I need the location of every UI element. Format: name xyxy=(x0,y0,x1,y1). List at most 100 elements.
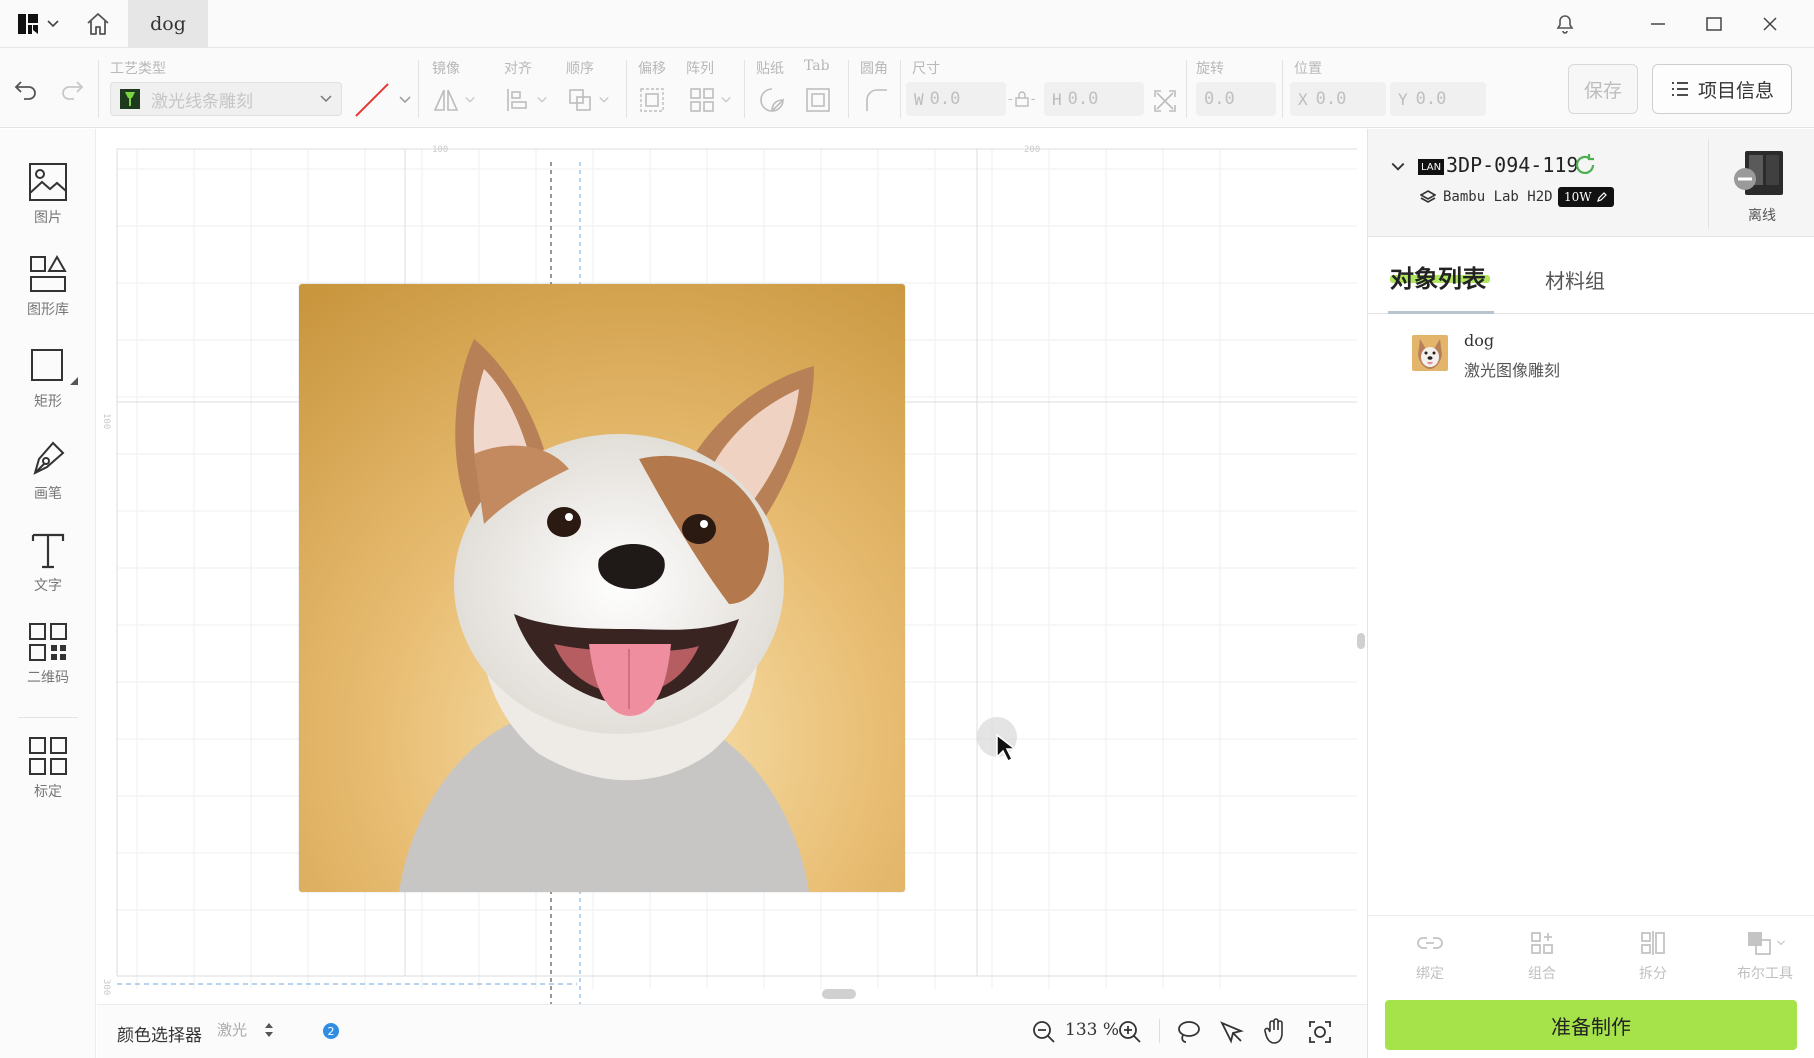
chevron-down-icon xyxy=(721,96,731,103)
device-divider xyxy=(1708,139,1709,229)
right-panel: LAN 3DP-094-119 Bambu Lab H2D 10W 离线 对象列… xyxy=(1367,129,1814,1058)
focus-view-icon[interactable] xyxy=(1307,1019,1333,1045)
work-canvas[interactable]: 100 200 100 300 xyxy=(97,129,1367,1004)
toolbar-divider xyxy=(848,60,849,118)
dog-image-object[interactable] xyxy=(299,284,905,892)
tool-calibrate-label: 标定 xyxy=(34,784,62,800)
list-item[interactable]: dog 激光图像雕刻 xyxy=(1368,325,1814,385)
tool-text-label: 文字 xyxy=(34,578,62,594)
tab-dog[interactable]: dog xyxy=(128,0,208,48)
count-badge[interactable]: 2 xyxy=(323,1023,339,1039)
text-icon xyxy=(31,533,65,569)
split-button[interactable]: 拆分 xyxy=(1613,929,1693,983)
lan-badge: LAN xyxy=(1418,159,1445,175)
width-input[interactable]: W 0.0 xyxy=(906,82,1006,116)
lasso-icon[interactable] xyxy=(1175,1019,1201,1045)
order-button[interactable] xyxy=(566,86,610,114)
rotate-input[interactable]: 0.0 xyxy=(1196,82,1276,116)
order-label: 顺序 xyxy=(566,61,594,77)
tab-object-list[interactable]: 对象列表 xyxy=(1390,259,1490,294)
tool-image[interactable]: 图片 xyxy=(0,161,96,243)
process-type-select[interactable]: 激光线条雕刻 xyxy=(110,82,342,116)
tool-pen[interactable]: 画笔 xyxy=(0,437,96,519)
boolean-tool-label: 布尔工具 xyxy=(1737,966,1793,982)
offset-icon[interactable] xyxy=(638,86,666,114)
cursor-arrow-icon xyxy=(996,733,1018,763)
object-name: dog xyxy=(1464,331,1495,350)
app-menu[interactable] xyxy=(16,12,60,36)
maximize-icon[interactable] xyxy=(1704,14,1724,34)
color-picker-label[interactable]: 颜色选择器 xyxy=(117,1021,202,1046)
bottom-divider xyxy=(1368,915,1814,916)
list-icon xyxy=(1671,82,1688,96)
align-button[interactable] xyxy=(504,86,548,114)
zoom-level[interactable]: 133 % xyxy=(1065,1020,1119,1040)
chevron-down-icon xyxy=(1776,940,1785,946)
minimize-icon[interactable] xyxy=(1648,14,1668,34)
rectangle-icon xyxy=(31,349,63,381)
line-color-picker[interactable] xyxy=(352,80,412,120)
bell-icon[interactable] xyxy=(1552,10,1578,36)
save-button[interactable]: 保存 xyxy=(1568,64,1638,114)
zoom-out-icon[interactable] xyxy=(1031,1019,1057,1045)
device-name[interactable]: 3DP-094-119 xyxy=(1446,153,1578,177)
bind-button[interactable]: 绑定 xyxy=(1390,929,1470,983)
tool-qrcode[interactable]: 二维码 xyxy=(0,621,96,703)
array-grid-icon xyxy=(690,88,714,112)
tool-rectangle[interactable]: 矩形 xyxy=(0,345,96,427)
laser-power-value: 10W xyxy=(1564,190,1592,204)
laser-label: 激光 xyxy=(217,1021,248,1039)
group-button[interactable]: 组合 xyxy=(1502,929,1582,983)
tab-material-group[interactable]: 材料组 xyxy=(1545,265,1605,294)
sticker-icon[interactable] xyxy=(758,86,786,114)
y-value: 0.0 xyxy=(1415,89,1447,109)
printer-thumbnail[interactable] xyxy=(1733,149,1789,199)
sticker-label: 贴纸 xyxy=(756,61,784,77)
toolbar-divider xyxy=(418,60,419,118)
laser-mode-select[interactable]: 激光 xyxy=(217,1019,275,1040)
left-toolbox: 图片 图形库 矩形 画笔 文字 二维码 标定 xyxy=(0,129,96,1058)
project-info-button[interactable]: 项目信息 xyxy=(1652,64,1792,114)
tab-icon[interactable] xyxy=(804,86,832,114)
lock-ratio-toggle[interactable]: - - xyxy=(1008,90,1035,108)
app-logo-icon xyxy=(18,14,38,34)
toolbar-divider xyxy=(98,60,99,118)
image-icon xyxy=(29,163,67,201)
redo-icon[interactable] xyxy=(58,74,86,102)
toolbar-divider xyxy=(1282,60,1283,118)
y-input[interactable]: Y 0.0 xyxy=(1390,82,1486,116)
tool-text[interactable]: 文字 xyxy=(0,529,96,611)
x-value: 0.0 xyxy=(1315,89,1347,109)
x-prefix: X xyxy=(1298,89,1308,109)
split-label: 拆分 xyxy=(1639,966,1667,982)
mirror-button[interactable] xyxy=(432,86,476,114)
refresh-icon[interactable] xyxy=(1573,153,1597,177)
height-value: 0.0 xyxy=(1067,89,1099,109)
tool-rectangle-label: 矩形 xyxy=(34,394,62,410)
boolean-icon xyxy=(1747,932,1771,955)
corner-radius-icon[interactable] xyxy=(862,86,890,114)
calibrate-icon xyxy=(29,737,67,775)
chevron-down-icon[interactable] xyxy=(1390,159,1406,175)
select-tool-icon[interactable] xyxy=(1219,1019,1245,1045)
align-label: 对齐 xyxy=(504,61,532,77)
x-input[interactable]: X 0.0 xyxy=(1290,82,1386,116)
close-icon[interactable] xyxy=(1760,14,1780,34)
toolbar-divider xyxy=(900,60,901,118)
fit-size-icon[interactable] xyxy=(1152,88,1178,114)
toolbar-divider xyxy=(626,60,627,118)
array-button[interactable] xyxy=(688,86,732,114)
prepare-button[interactable]: 准备制作 xyxy=(1385,1000,1797,1050)
laser-power-badge[interactable]: 10W xyxy=(1558,187,1614,207)
tool-shape-library[interactable]: 图形库 xyxy=(0,253,96,335)
undo-icon[interactable] xyxy=(12,74,40,102)
hand-pan-icon[interactable] xyxy=(1263,1017,1289,1045)
rotate-label: 旋转 xyxy=(1196,61,1224,77)
boolean-tool-button[interactable]: 布尔工具 xyxy=(1720,929,1810,983)
height-input[interactable]: H 0.0 xyxy=(1044,82,1144,116)
tool-calibrate[interactable]: 标定 xyxy=(0,735,96,817)
home-icon[interactable] xyxy=(84,10,112,38)
chevron-down-icon xyxy=(465,96,475,103)
size-label: 尺寸 xyxy=(912,61,940,77)
zoom-in-icon[interactable] xyxy=(1117,1019,1143,1045)
